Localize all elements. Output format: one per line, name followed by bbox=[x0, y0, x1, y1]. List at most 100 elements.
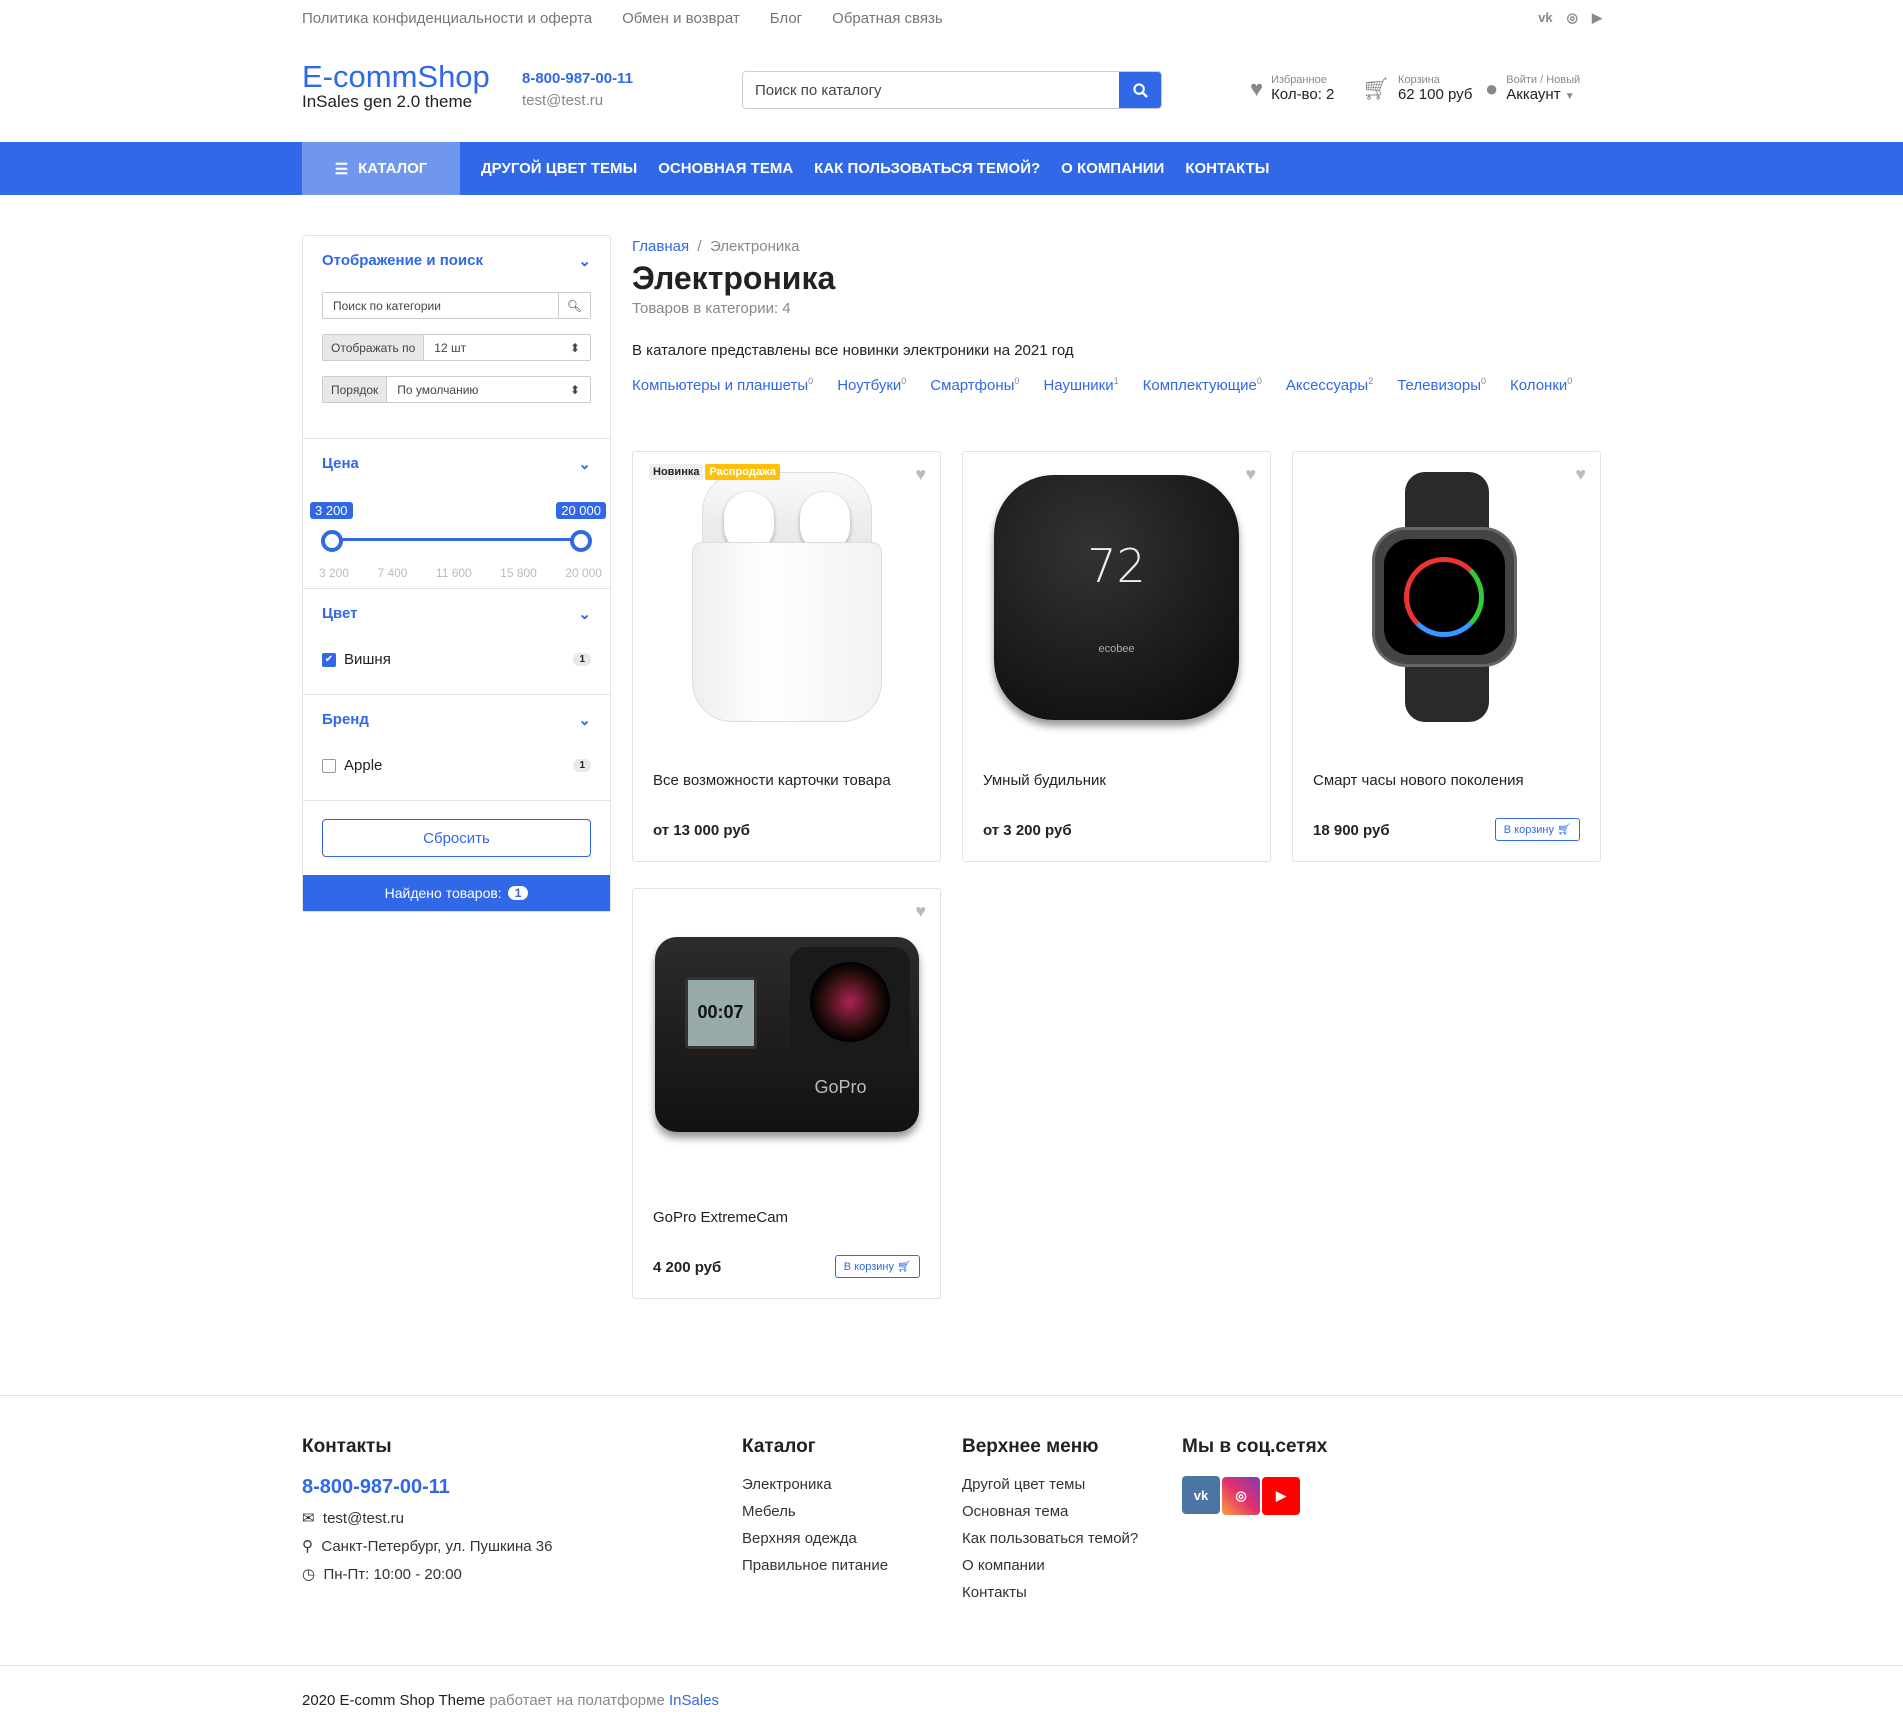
price-ticks: 3 200 7 400 11 600 15 800 20 000 bbox=[319, 566, 602, 580]
thermostat-display: 72 bbox=[1087, 539, 1146, 593]
vk-icon[interactable]: vk bbox=[1538, 10, 1552, 26]
top-link-privacy[interactable]: Политика конфиденциальности и оферта bbox=[302, 10, 592, 30]
account[interactable]: ● Войти / Новый Аккаунт ▼ bbox=[1485, 74, 1580, 103]
product-name[interactable]: Смарт часы нового поколения bbox=[1313, 772, 1524, 789]
vk-icon[interactable]: vk bbox=[1182, 1476, 1220, 1514]
product-name[interactable]: Все возможности карточки товара bbox=[653, 772, 891, 789]
footer-link[interactable]: Другой цвет темы bbox=[962, 1476, 1138, 1493]
price-range-track bbox=[330, 538, 582, 541]
filter-brand-apple[interactable]: Apple 1 bbox=[322, 757, 591, 774]
cart-total: 62 100 руб bbox=[1397, 86, 1473, 103]
catalog-label: КАТАЛОГ bbox=[358, 160, 428, 177]
search-button[interactable] bbox=[1119, 72, 1161, 108]
nav-contacts[interactable]: КОНТАКТЫ bbox=[1185, 160, 1269, 177]
price-title: Цена bbox=[322, 455, 359, 472]
product-image-watch[interactable] bbox=[1293, 452, 1600, 742]
favorites-count: Кол-во: 2 bbox=[1271, 86, 1335, 103]
checkbox-checked[interactable]: ✔ bbox=[322, 652, 336, 667]
footer-link[interactable]: Электроника bbox=[742, 1476, 888, 1493]
chevron-down-icon: ⌄ bbox=[578, 253, 591, 270]
color-section-toggle[interactable]: Цвет ⌄ bbox=[322, 605, 591, 623]
platform-link[interactable]: InSales bbox=[669, 1692, 719, 1709]
youtube-icon[interactable]: ▶ bbox=[1262, 1476, 1300, 1515]
footer-link[interactable]: О компании bbox=[962, 1557, 1138, 1574]
category-search-input[interactable]: Поиск по категории bbox=[323, 293, 558, 318]
subcategory-link[interactable]: Компьютеры и планшеты0 bbox=[632, 376, 813, 394]
subcategory-link[interactable]: Аксессуары2 bbox=[1286, 376, 1373, 394]
product-image-thermostat[interactable]: 72 ecobee bbox=[963, 452, 1270, 742]
brand-title: Бренд bbox=[322, 711, 369, 728]
subcategory-link[interactable]: Наушники1 bbox=[1043, 376, 1118, 394]
product-card[interactable]: 72 ecobee ♥ Умный будильник от 3 200 руб bbox=[962, 451, 1271, 862]
favorite-heart-icon[interactable]: ♥ bbox=[1245, 464, 1256, 485]
footer-email[interactable]: test@test.ru bbox=[323, 1510, 404, 1527]
top-link-returns[interactable]: Обмен и возврат bbox=[622, 10, 740, 30]
nav-theme-color[interactable]: ДРУГОЙ ЦВЕТ ТЕМЫ bbox=[481, 160, 637, 177]
footer-link[interactable]: Как пользоваться темой? bbox=[962, 1530, 1138, 1547]
instagram-icon[interactable]: ◎ bbox=[1567, 10, 1578, 26]
nav-how-to[interactable]: КАК ПОЛЬЗОВАТЬСЯ ТЕМОЙ? bbox=[814, 160, 1040, 177]
copyright-text: 2020 E-comm Shop Theme bbox=[302, 1692, 486, 1709]
top-link-feedback[interactable]: Обратная связь bbox=[832, 10, 943, 30]
map-marker-icon: ⚲ bbox=[302, 1538, 313, 1555]
nav-about[interactable]: О КОМПАНИИ bbox=[1061, 160, 1164, 177]
account-label: Аккаунт bbox=[1506, 86, 1561, 103]
search-icon[interactable]: 🔍︎ bbox=[557, 293, 590, 318]
footer-link[interactable]: Основная тема bbox=[962, 1503, 1138, 1520]
catalog-button[interactable]: ☰ КАТАЛОГ bbox=[302, 142, 460, 195]
brand-section-toggle[interactable]: Бренд ⌄ bbox=[322, 711, 591, 729]
footer-link[interactable]: Мебель bbox=[742, 1503, 888, 1520]
per-page-label: Отображать по bbox=[323, 335, 425, 360]
subcategories: Компьютеры и планшеты0 Ноутбуки0 Смартфо… bbox=[632, 376, 1612, 394]
price-max-handle[interactable] bbox=[570, 530, 592, 552]
order-select[interactable]: Порядок По умолчанию ⬍ bbox=[322, 376, 591, 403]
display-section-toggle[interactable]: Отображение и поиск ⌄ bbox=[322, 252, 591, 270]
footer-social: Мы в соц.сетях vk ◎ ▶ bbox=[1182, 1436, 1327, 1515]
subcategory-link[interactable]: Ноутбуки0 bbox=[837, 376, 906, 394]
favorite-heart-icon[interactable]: ♥ bbox=[915, 464, 926, 485]
add-to-cart-button[interactable]: В корзину 🛒︎ bbox=[1494, 818, 1580, 841]
cart[interactable]: 🛒︎ Корзина 62 100 руб bbox=[1362, 74, 1472, 103]
favorite-heart-icon[interactable]: ♥ bbox=[1575, 464, 1586, 485]
checkbox[interactable] bbox=[322, 758, 336, 773]
top-link-blog[interactable]: Блог bbox=[770, 10, 802, 30]
product-card[interactable]: 00:07 GoPro ♥ GoPro ExtremeCam 4 200 руб… bbox=[632, 888, 941, 1299]
add-to-cart-button[interactable]: В корзину 🛒︎ bbox=[834, 1255, 920, 1278]
header-phone[interactable]: 8-800-987-00-11 bbox=[522, 70, 633, 87]
favorite-heart-icon[interactable]: ♥ bbox=[915, 901, 926, 922]
product-card[interactable]: ♥ Смарт часы нового поколения 18 900 руб… bbox=[1292, 451, 1601, 862]
subcategory-link[interactable]: Телевизоры0 bbox=[1397, 376, 1486, 394]
breadcrumb-home[interactable]: Главная bbox=[632, 238, 689, 255]
footer-link[interactable]: Верхняя одежда bbox=[742, 1530, 888, 1547]
footer-divider bbox=[0, 1395, 1903, 1396]
youtube-icon[interactable]: ▶ bbox=[1592, 10, 1602, 26]
per-page-select[interactable]: Отображать по 12 шт ⬍ bbox=[322, 334, 591, 361]
footer-link[interactable]: Контакты bbox=[962, 1584, 1138, 1601]
search-input[interactable] bbox=[743, 72, 1119, 108]
footer-heading: Верхнее меню bbox=[962, 1436, 1099, 1457]
subcategory-link[interactable]: Колонки0 bbox=[1510, 376, 1572, 394]
filter-sidebar: Отображение и поиск ⌄ Поиск по категории 🔍… bbox=[302, 235, 611, 912]
cart-icon: 🛒︎ bbox=[897, 1261, 911, 1273]
price-min-handle[interactable] bbox=[321, 530, 343, 552]
product-name[interactable]: GoPro ExtremeCam bbox=[653, 1209, 788, 1226]
product-name[interactable]: Умный будильник bbox=[983, 772, 1106, 789]
product-image-airpods[interactable] bbox=[633, 452, 940, 742]
subcategory-link[interactable]: Комплектующие0 bbox=[1143, 376, 1262, 394]
footer-phone[interactable]: 8-800-987-00-11 bbox=[302, 1476, 552, 1499]
product-card[interactable]: Новинка Распродажа ♥ Все возможности карт… bbox=[632, 451, 941, 862]
logo[interactable]: E-commShop InSales gen 2.0 theme bbox=[302, 61, 490, 112]
found-products[interactable]: Найдено товаров: 1 bbox=[303, 875, 610, 911]
reset-button[interactable]: Сбросить bbox=[322, 819, 591, 857]
option-label: Apple bbox=[344, 757, 383, 774]
price-section-toggle[interactable]: Цена ⌄ bbox=[322, 455, 591, 473]
nav-main-theme[interactable]: ОСНОВНАЯ ТЕМА bbox=[658, 160, 793, 177]
header-email[interactable]: test@test.ru bbox=[522, 92, 603, 109]
subcategory-link[interactable]: Смартфоны0 bbox=[930, 376, 1019, 394]
favorites[interactable]: ♥ Избранное Кол-во: 2 bbox=[1250, 74, 1334, 103]
filter-color-cherry[interactable]: ✔ Вишня 1 bbox=[322, 651, 591, 668]
instagram-icon[interactable]: ◎ bbox=[1222, 1476, 1260, 1515]
found-count: 1 bbox=[507, 886, 529, 900]
footer-link[interactable]: Правильное питание bbox=[742, 1557, 888, 1574]
product-image-gopro[interactable]: 00:07 GoPro bbox=[633, 889, 940, 1179]
